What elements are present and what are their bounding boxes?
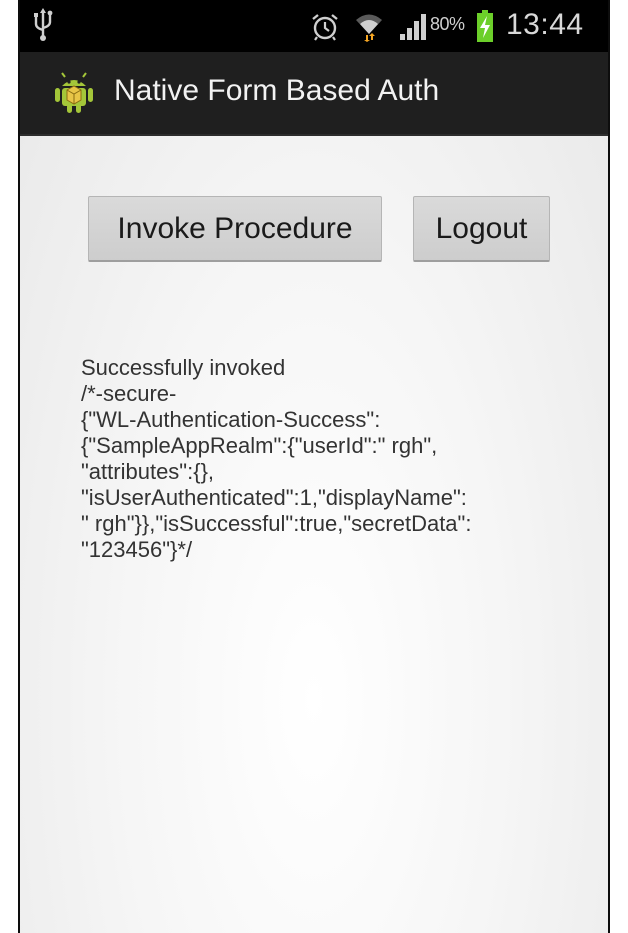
- action-bar: Native Form Based Auth: [20, 52, 608, 136]
- phone-screen: 80% 13:44 Native Form Based Auth Invoke …: [18, 0, 610, 933]
- signal-icon: [400, 14, 426, 40]
- battery-charging-icon: [477, 10, 493, 42]
- result-output-text: Successfully invoked /*-secure- {"WL-Aut…: [81, 355, 472, 562]
- usb-icon: [34, 8, 53, 41]
- android-app-icon[interactable]: [50, 68, 98, 116]
- wifi-icon: [356, 14, 382, 42]
- invoke-procedure-button[interactable]: Invoke Procedure: [88, 196, 382, 262]
- logout-button[interactable]: Logout: [413, 196, 550, 262]
- status-bar: 80% 13:44: [20, 0, 608, 52]
- battery-percent: 80%: [430, 14, 465, 34]
- alarm-icon: [312, 14, 338, 41]
- app-title: Native Form Based Auth: [114, 74, 440, 107]
- status-clock: 13:44: [506, 8, 584, 41]
